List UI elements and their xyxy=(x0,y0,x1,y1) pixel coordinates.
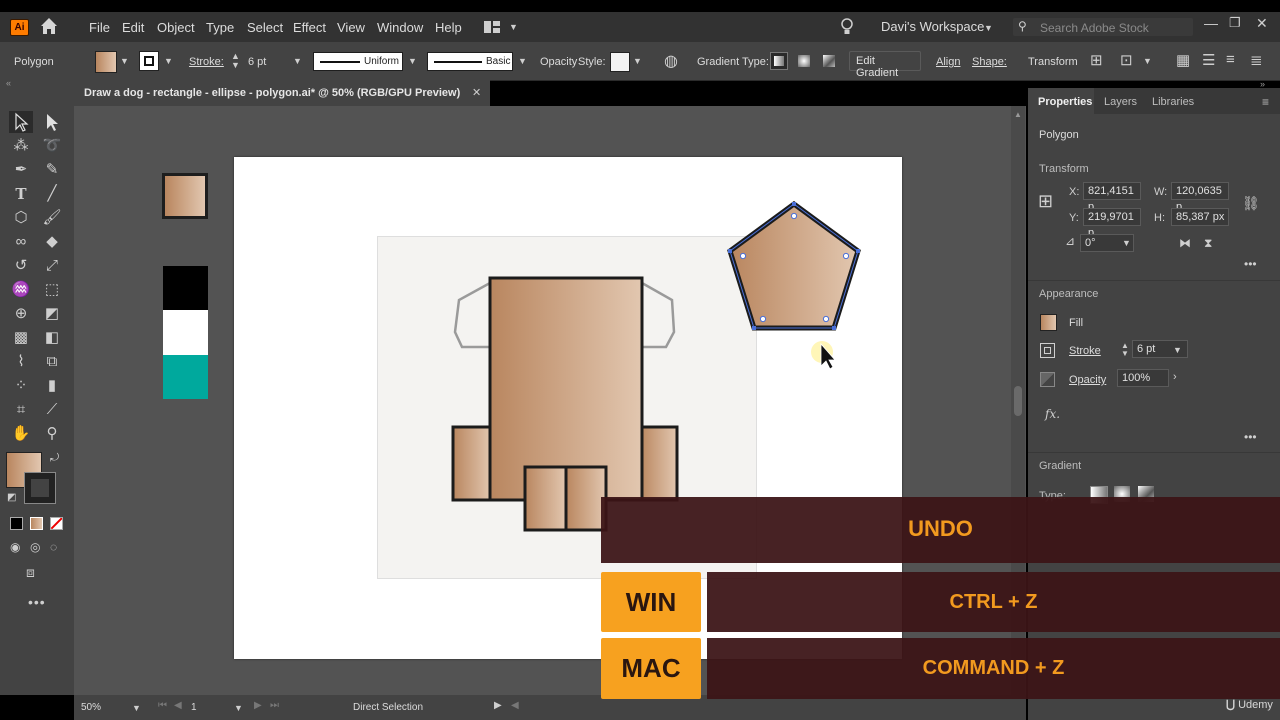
mac-platform-tag: MAC xyxy=(601,638,701,699)
x-label: X: xyxy=(1069,186,1080,198)
width-field[interactable]: 120,0635 p xyxy=(1171,182,1229,213)
transform-section-title: Transform xyxy=(1039,163,1089,175)
selection-type-label: Polygon xyxy=(1039,129,1079,141)
rotate-angle-icon: ⊿ xyxy=(1065,234,1076,248)
constrain-proportions-icon[interactable]: ⛓ xyxy=(1242,195,1260,212)
front-right-paw[interactable] xyxy=(564,465,608,532)
mac-shortcut-keys: COMMAND + Z xyxy=(922,657,1065,679)
chevron-down-icon[interactable]: ▼ xyxy=(1122,238,1131,248)
udemy-watermark-text: Udemy xyxy=(1238,699,1273,711)
tab-properties[interactable]: Properties xyxy=(1028,88,1094,114)
section-divider xyxy=(1028,452,1280,453)
chevron-down-icon[interactable]: ▼ xyxy=(1173,345,1182,355)
shortcut-action: UNDO xyxy=(908,516,973,541)
current-tool-name: Direct Selection xyxy=(353,702,424,713)
tab-properties-label: Properties xyxy=(1038,96,1093,108)
y-label: Y: xyxy=(1069,212,1079,224)
appearance-more-options-icon[interactable]: ••• xyxy=(1244,430,1257,444)
right-leg-shape[interactable] xyxy=(638,425,679,502)
artboard-number[interactable]: 1 xyxy=(191,702,197,713)
mac-shortcut-banner: COMMAND + Z xyxy=(707,638,1280,699)
status-back-icon[interactable]: ◀ xyxy=(511,700,519,711)
mouse-cursor xyxy=(811,341,836,370)
reference-point-icon[interactable]: ⊞ xyxy=(1038,191,1053,212)
gradient-section-title: Gradient xyxy=(1039,460,1082,472)
x-position-field[interactable]: 821,4151 p xyxy=(1083,182,1141,213)
appearance-section-title: Appearance xyxy=(1039,288,1099,300)
height-field[interactable]: 85,387 px xyxy=(1171,208,1229,226)
w-label: W: xyxy=(1154,186,1168,198)
win-shortcut-banner: CTRL + Z xyxy=(707,572,1280,632)
transform-more-options-icon[interactable]: ••• xyxy=(1244,257,1257,271)
panel-menu-icon[interactable]: ≡ xyxy=(1262,95,1269,109)
flip-vertical-icon[interactable]: ⧗ xyxy=(1204,236,1212,251)
opacity-icon xyxy=(1040,372,1055,387)
first-artboard-icon[interactable]: ⏮ xyxy=(158,700,167,711)
appearance-opacity-label[interactable]: Opacity xyxy=(1069,374,1106,386)
appearance-stroke-label[interactable]: Stroke xyxy=(1069,345,1101,357)
fx-button[interactable]: fx. xyxy=(1045,407,1060,421)
tab-libraries[interactable]: Libraries xyxy=(1152,96,1194,108)
udemy-watermark: ⋃ Udemy xyxy=(1226,698,1273,711)
chevron-down-icon[interactable]: ▼ xyxy=(132,703,141,713)
udemy-logo-icon: ⋃ xyxy=(1226,699,1236,711)
appearance-stroke-swatch[interactable] xyxy=(1040,343,1055,358)
selected-pentagon[interactable] xyxy=(727,200,861,331)
fill-label: Fill xyxy=(1069,317,1084,329)
zoom-level[interactable]: 50% xyxy=(81,702,101,713)
last-artboard-icon[interactable]: ⏭ xyxy=(270,700,279,711)
win-platform-tag: WIN xyxy=(601,572,701,632)
section-divider xyxy=(1028,280,1280,281)
h-label: H: xyxy=(1154,212,1165,224)
chevron-right-icon[interactable]: › xyxy=(1173,371,1177,383)
stroke-stepper-icon[interactable]: ▲ ▼ xyxy=(1121,342,1129,358)
appearance-opacity-field[interactable]: 100% xyxy=(1117,369,1169,387)
y-position-field[interactable]: 219,9701 p xyxy=(1083,208,1141,239)
flip-horizontal-icon[interactable]: ⧓ xyxy=(1179,236,1191,250)
tab-layers[interactable]: Layers xyxy=(1104,96,1137,108)
status-play-icon[interactable]: ▶ xyxy=(494,700,502,711)
panel-tab-strip: Properties Layers Libraries ≡ xyxy=(1028,88,1280,114)
next-artboard-icon[interactable]: ▶ xyxy=(254,700,262,711)
left-leg-shape[interactable] xyxy=(451,425,493,502)
chevron-down-icon[interactable]: ▼ xyxy=(234,703,243,713)
previous-artboard-icon[interactable]: ◀ xyxy=(174,700,182,711)
shortcut-title-banner: UNDO xyxy=(601,497,1280,563)
front-left-paw[interactable] xyxy=(523,465,568,532)
appearance-fill-swatch[interactable] xyxy=(1040,314,1057,331)
win-shortcut-keys: CTRL + Z xyxy=(949,591,1038,613)
